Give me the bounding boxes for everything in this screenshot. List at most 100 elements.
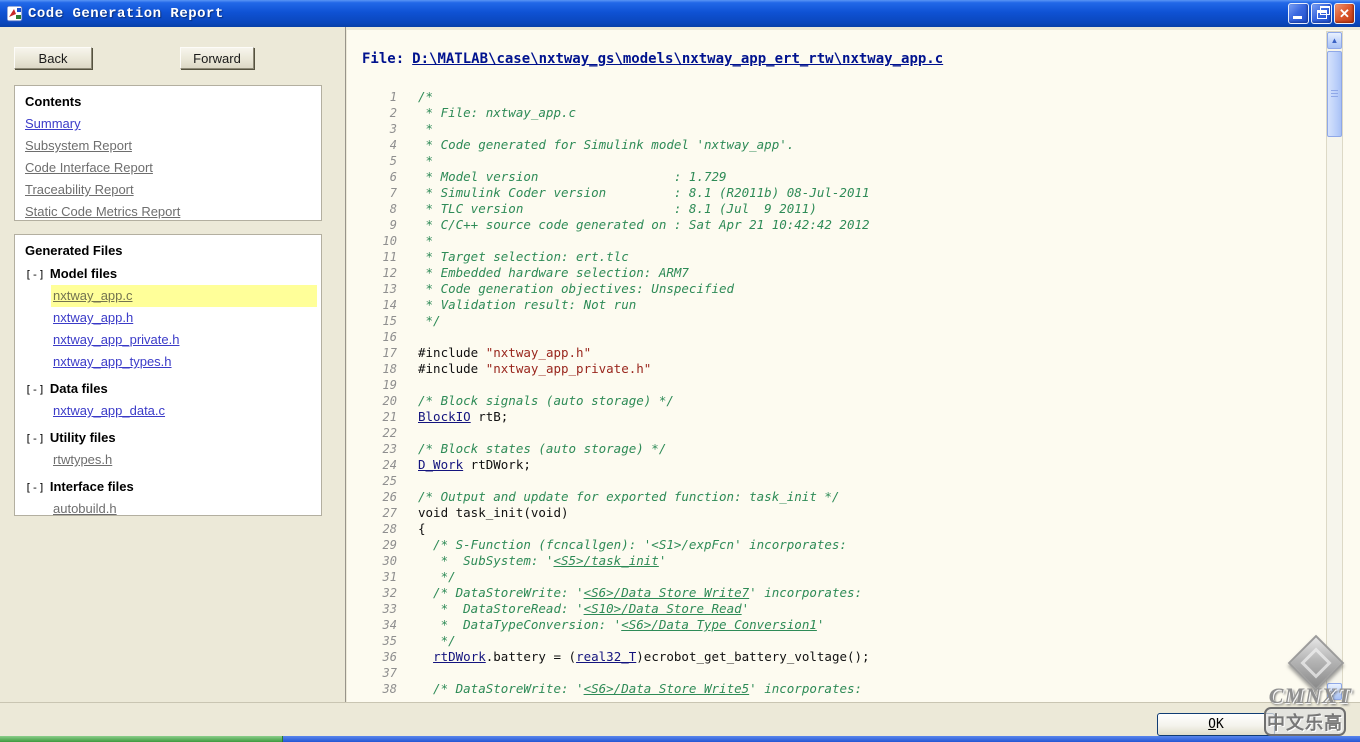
tree-section-label: Model files [49, 266, 118, 281]
code-text: ' [816, 617, 825, 632]
code-text: /* DataStoreWrite: ' [418, 681, 584, 696]
tree-collapse-toggle[interactable]: [-] [25, 383, 45, 396]
line-content: */ [418, 569, 456, 585]
contents-link[interactable]: Summary [25, 113, 311, 135]
line-number: 34 [382, 618, 397, 632]
code-link[interactable]: D_Work [418, 457, 463, 472]
generated-file-link[interactable]: nxtway_app.c [53, 285, 133, 307]
window-controls: ✕ [1288, 3, 1355, 24]
tree-section: [-] Data files nxtway_app_data.c [25, 378, 311, 422]
navigation-sidebar: Back Forward Contents Summary Subsystem R… [0, 27, 346, 702]
forward-button[interactable]: Forward [180, 47, 254, 69]
line-number: 24 [382, 458, 397, 472]
minimize-button[interactable] [1288, 3, 1309, 24]
scroll-down-button[interactable]: ▼ [1327, 683, 1342, 700]
code-line: 10 * [347, 233, 1330, 249]
contents-link[interactable]: Static Code Metrics Report [25, 201, 311, 223]
line-content: */ [418, 633, 456, 649]
code-line: 1 /* [347, 89, 1330, 105]
code-link[interactable]: <S5>/task_init [553, 553, 658, 568]
tree-file-row: rtwtypes.h [51, 449, 311, 471]
line-number: 12 [382, 266, 397, 280]
generated-files-tree: [-] Model files nxtway_app.c nxtway_app.h nx… [25, 263, 317, 520]
scroll-thumb[interactable] [1327, 51, 1342, 137]
minimize-icon [1293, 16, 1302, 19]
ok-button[interactable]: OK [1157, 713, 1275, 736]
tree-file-row: nxtway_app_types.h [51, 351, 311, 373]
code-line: 19 [347, 377, 1330, 393]
line-content: BlockIO rtB; [418, 409, 508, 425]
line-number: 38 [382, 682, 397, 696]
code-line: 3 * [347, 121, 1330, 137]
generated-file-link[interactable]: rtwtypes.h [53, 449, 112, 471]
generated-file-link[interactable]: autobuild.h [53, 498, 117, 520]
line-number: 37 [382, 666, 397, 680]
code-line: 4 * Code generated for Simulink model 'n… [347, 137, 1330, 153]
code-generation-report-window: { "window": { "title": "Code Generation … [0, 0, 1360, 742]
tree-section-heading: [-] Utility files [25, 427, 311, 449]
code-link[interactable]: <S6>/Data Store Write7 [584, 585, 750, 600]
code-text: /* Output and update for exported functi… [418, 489, 840, 504]
code-text: ' incorporates: [749, 681, 863, 696]
line-number: 17 [382, 346, 397, 360]
tree-section: [-] Model files nxtway_app.c nxtway_app.h nx… [25, 263, 317, 373]
line-number: 22 [382, 426, 397, 440]
restore-button[interactable] [1311, 3, 1332, 24]
generated-file-link[interactable]: nxtway_app_private.h [53, 329, 179, 351]
tree-collapse-toggle[interactable]: [-] [25, 268, 45, 281]
code-link[interactable]: real32_T [576, 649, 636, 664]
code-link[interactable]: rtDWork [433, 649, 486, 664]
file-path-link[interactable]: D:\MATLAB\case\nxtway_gs\models\nxtway_a… [412, 51, 943, 67]
code-line: 36 rtDWork.battery = (real32_T)ecrobot_g… [347, 649, 1330, 665]
vertical-scrollbar[interactable]: ▲ ▼ [1326, 31, 1343, 701]
code-line: 22 [347, 425, 1330, 441]
contents-link[interactable]: Traceability Report [25, 179, 311, 201]
line-number: 15 [382, 314, 397, 328]
line-number: 9 [389, 218, 397, 232]
title-bar: Code Generation Report ✕ [0, 0, 1360, 27]
code-link[interactable]: <S10>/Data Store Read [584, 601, 742, 616]
line-content: * Code generated for Simulink model 'nxt… [418, 137, 795, 153]
scroll-up-button[interactable]: ▲ [1327, 32, 1342, 49]
generated-file-link[interactable]: nxtway_app_data.c [53, 400, 165, 422]
line-number: 5 [389, 154, 397, 168]
tree-collapse-toggle[interactable]: [-] [25, 432, 45, 445]
tree-section-heading: [-] Interface files [25, 476, 311, 498]
generated-file-link[interactable]: nxtway_app_types.h [53, 351, 172, 373]
line-content: * Code generation objectives: Unspecifie… [418, 281, 735, 297]
code-line: 30 * SubSystem: '<S5>/task_init' [347, 553, 1330, 569]
line-number: 18 [382, 362, 397, 376]
line-content: */ [418, 313, 441, 329]
tree-collapse-toggle[interactable]: [-] [25, 481, 45, 494]
code-text: { [418, 521, 426, 536]
tree-section-label: Interface files [49, 479, 134, 494]
tree-file-row: autobuild.h [51, 498, 311, 520]
code-text: * File: nxtway_app.c [418, 105, 577, 120]
line-number: 25 [382, 474, 397, 488]
code-link[interactable]: <S6>/Data Store Write5 [584, 681, 750, 696]
generated-file-link[interactable]: nxtway_app.h [53, 307, 133, 329]
line-number: 2 [389, 106, 397, 120]
progress-strip [0, 736, 283, 742]
code-text: "nxtway_app_private.h" [485, 361, 652, 376]
code-text: )ecrobot_get_battery_voltage(); [636, 649, 870, 664]
code-line: 25 [347, 473, 1330, 489]
line-number: 29 [382, 538, 397, 552]
contents-heading: Contents [25, 94, 82, 109]
line-number: 28 [382, 522, 397, 536]
code-link[interactable]: <S6>/Data Type Conversion1 [621, 617, 817, 632]
line-number: 30 [382, 554, 397, 568]
line-number: 10 [382, 234, 397, 248]
code-text: * DataTypeConversion: ' [418, 617, 622, 632]
code-link[interactable]: BlockIO [418, 409, 471, 424]
back-button[interactable]: Back [14, 47, 92, 69]
line-content: /* Output and update for exported functi… [418, 489, 839, 505]
code-line: 34 * DataTypeConversion: '<S6>/Data Type… [347, 617, 1330, 633]
line-content: * TLC version : 8.1 (Jul 9 2011) [418, 201, 817, 217]
contents-link[interactable]: Code Interface Report [25, 157, 311, 179]
contents-link[interactable]: Subsystem Report [25, 135, 311, 157]
close-button[interactable]: ✕ [1334, 3, 1355, 24]
generated-files-heading: Generated Files [25, 243, 123, 258]
line-number: 3 [389, 122, 397, 136]
code-text: * SubSystem: ' [418, 553, 554, 568]
